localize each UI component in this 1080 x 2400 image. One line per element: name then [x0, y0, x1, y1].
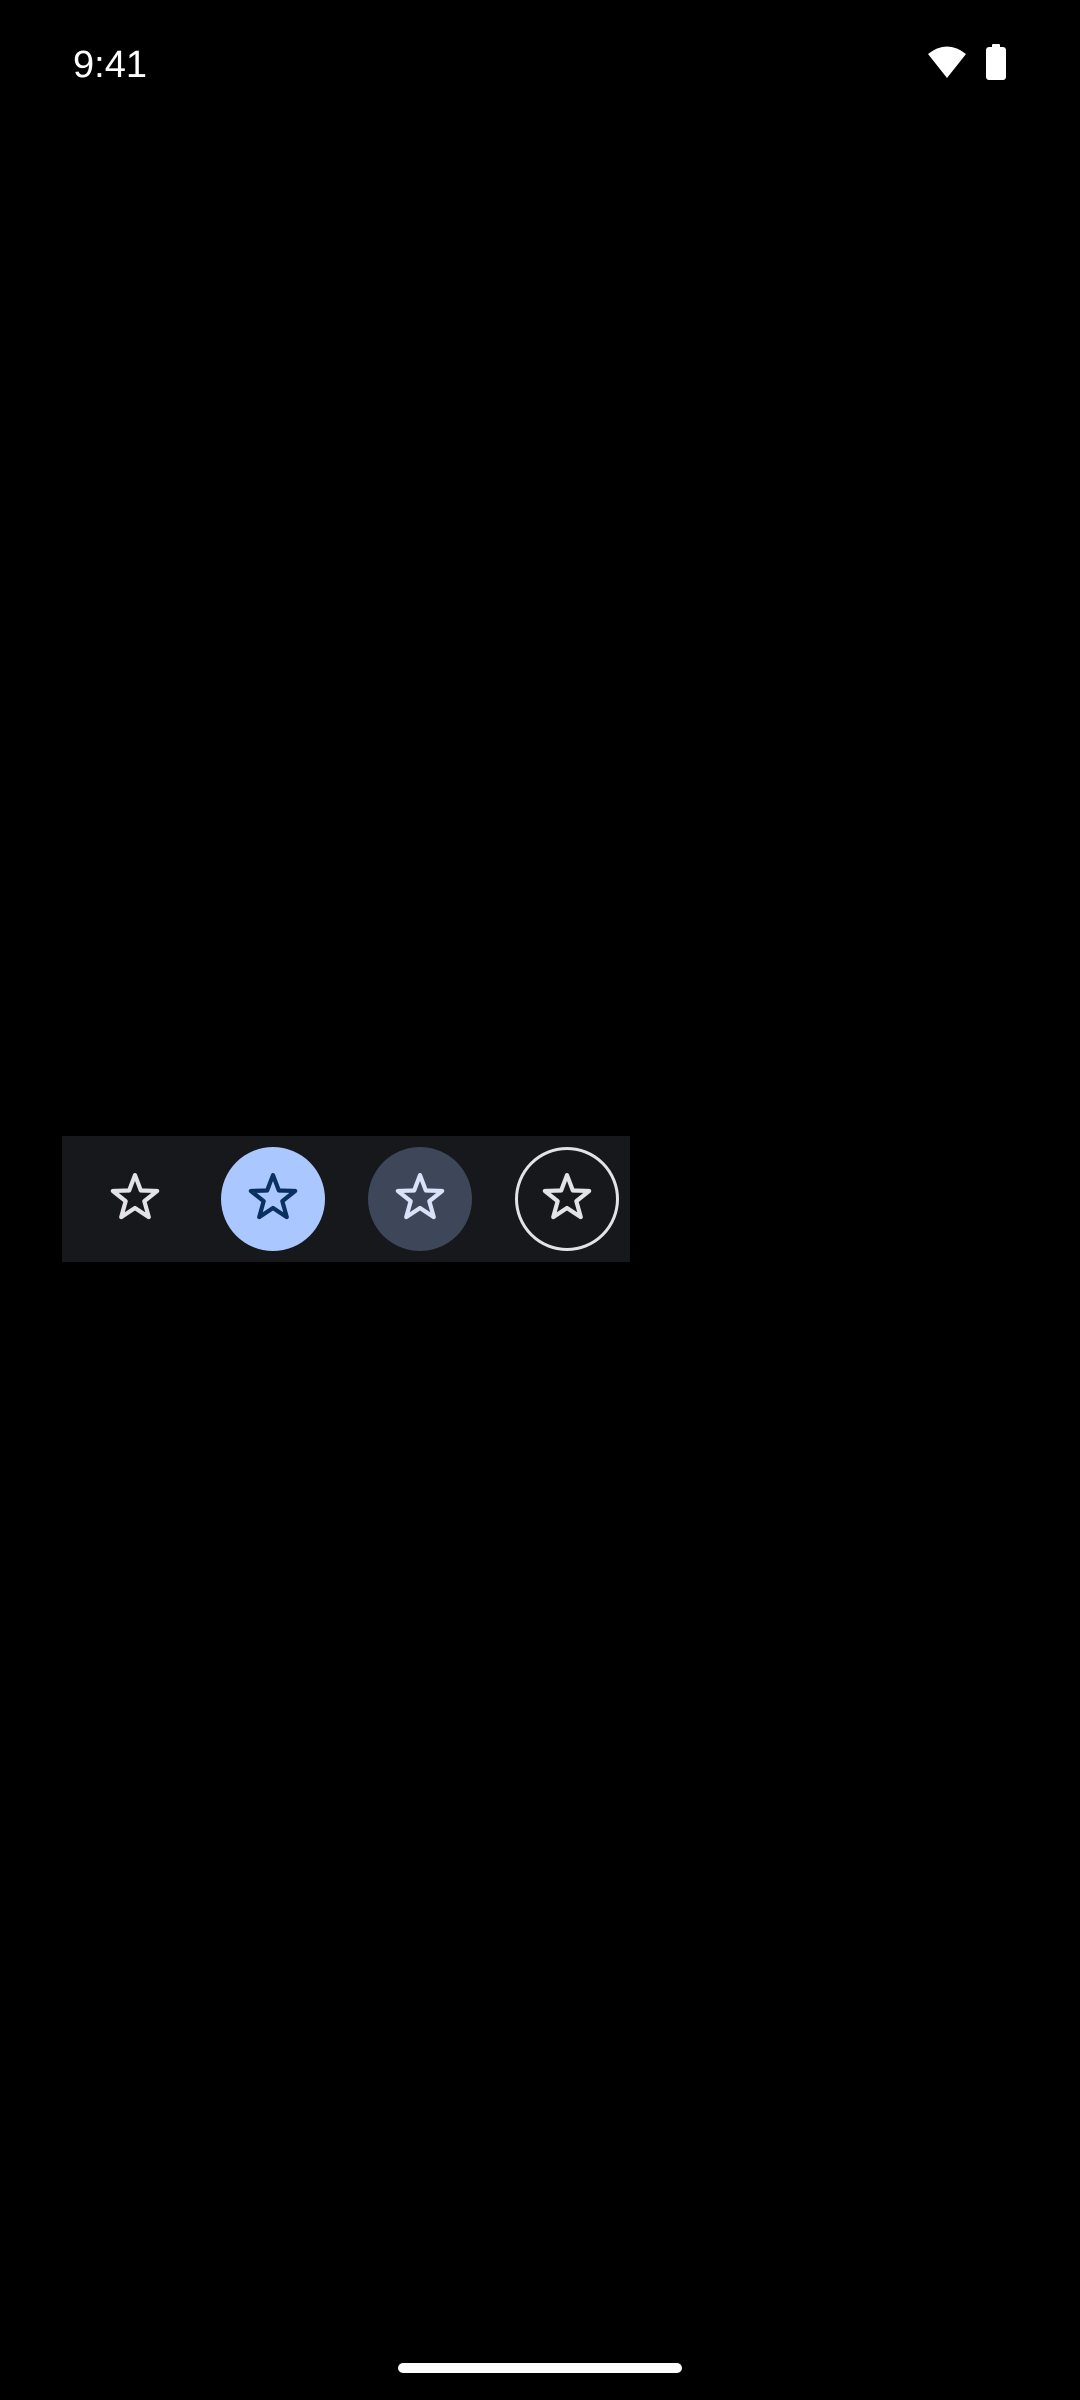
star-outline-icon [107, 1169, 163, 1230]
star-outline-icon [539, 1169, 595, 1230]
status-time: 9:41 [73, 44, 147, 86]
status-icons [927, 44, 1007, 85]
battery-icon [985, 44, 1007, 85]
status-bar: 9:41 [0, 0, 1080, 130]
tonal-icon-button[interactable] [368, 1147, 472, 1251]
star-outline-icon [245, 1169, 301, 1230]
star-outline-icon [392, 1169, 448, 1230]
wifi-icon [927, 45, 967, 84]
icon-button-row [62, 1136, 630, 1262]
outlined-icon-button[interactable] [515, 1147, 619, 1251]
gesture-navigation-bar[interactable] [398, 2363, 682, 2373]
filled-icon-button[interactable] [221, 1147, 325, 1251]
standard-icon-button[interactable] [83, 1147, 187, 1251]
